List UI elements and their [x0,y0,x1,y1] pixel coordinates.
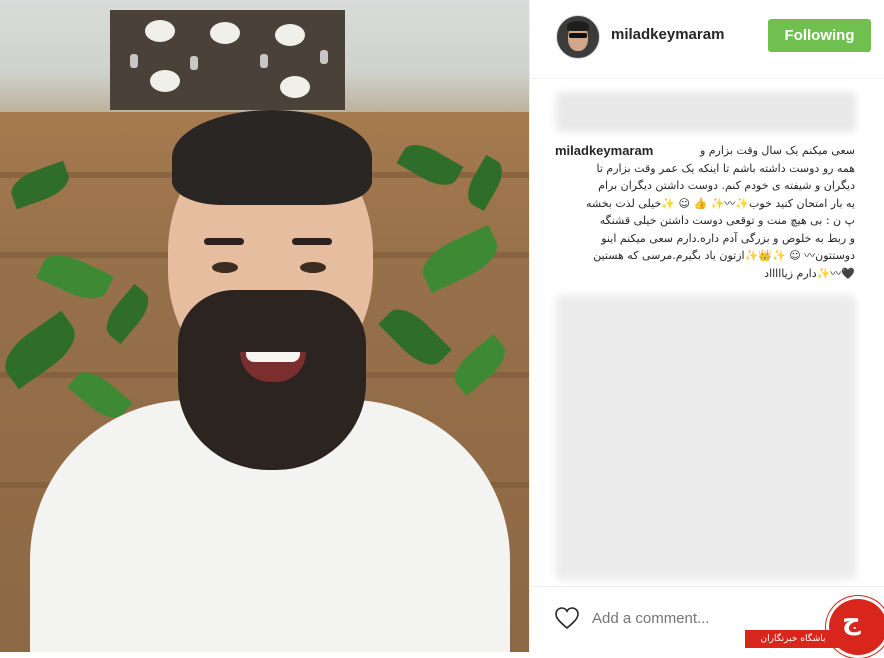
caption-line: پ ن : بی هیچ منت و توقعی دوست داشتن خیلی… [599,214,855,227]
post-photo [0,0,529,652]
caption-line: 🖤〰✨دارم زیاااااد [764,266,855,280]
heart-outline-icon[interactable] [554,606,580,630]
blurred-region [556,295,856,580]
caption-line: دیگران و شیفته ی خودم کنم. دوست داشتن دی… [598,179,855,192]
panel-divider [529,0,530,652]
blurred-region [556,92,856,132]
caption-line: یه بار امتحان کنید خوب✨〰✨ 👍 ☺ ✨خیلی لذت … [586,196,855,210]
post-header: miladkeymaram Following [530,0,884,79]
photo-background-table [110,10,345,110]
caption-line: سعی میکنم یک سال وقت بزارم و [699,144,855,157]
post-caption: سعی میکنم یک سال وقت بزارم و همه رو دوست… [555,142,855,282]
comment-input[interactable] [592,607,792,629]
avatar[interactable] [556,15,600,59]
username-link[interactable]: miladkeymaram [611,26,724,43]
watermark-label: باشگاه خبرنگاران [745,630,841,648]
caption-line: دوستتون〰 ☺ ✨👑✨ازتون یاد بگیرم.مرسی که هس… [593,249,855,262]
watermark-glyph: ج [842,606,861,636]
following-button[interactable]: Following [768,19,871,52]
caption-line: همه رو دوست داشته باشم تا اینکه یک عمر و… [596,161,855,175]
caption-line: و ربط به خلوص و بزرگی آدم داره.دارم سعی … [601,231,855,245]
